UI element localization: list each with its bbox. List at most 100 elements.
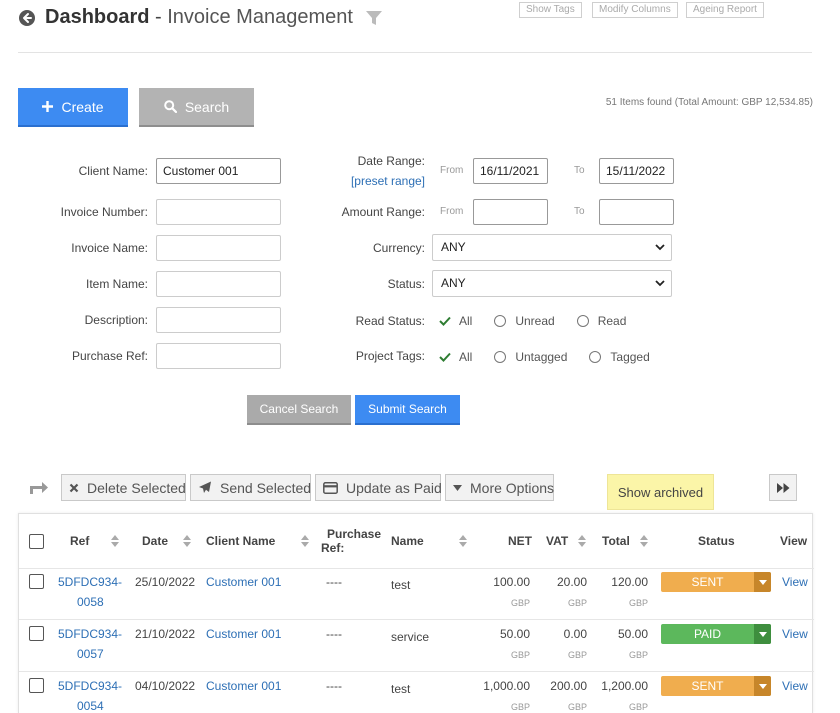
column-net: NET (508, 514, 532, 568)
status-dropdown[interactable] (754, 624, 771, 644)
status-badge-paid[interactable]: PAID (661, 624, 771, 644)
submit-search-button[interactable]: Submit Search (355, 395, 460, 425)
item-name-input[interactable] (156, 271, 281, 297)
read-read-option[interactable]: Read (598, 314, 627, 328)
row-checkbox[interactable] (29, 626, 44, 641)
row-name: service (391, 630, 430, 644)
row-ref-line1[interactable]: 5DFDC934- (58, 575, 122, 589)
modify-columns-button[interactable]: Modify Columns (592, 2, 678, 18)
row-checkbox[interactable] (29, 678, 44, 693)
purchase-ref-input[interactable] (156, 343, 281, 369)
date-from-input[interactable]: 16/11/2021 (473, 158, 548, 184)
title-separator: - (149, 6, 168, 28)
date-to-input[interactable]: 15/11/2022 (599, 158, 674, 184)
currency-select[interactable]: ANY (432, 234, 672, 261)
tags-untagged-radio[interactable] (494, 351, 507, 363)
row-client[interactable]: Customer 001 (206, 575, 281, 589)
column-total[interactable]: Total (602, 514, 648, 568)
delete-selected-button[interactable]: Delete Selected (61, 474, 186, 501)
status-dropdown[interactable] (754, 572, 771, 592)
invoice-name-input[interactable] (156, 235, 281, 261)
search-label: Search (184, 98, 230, 115)
column-name-label: Name (391, 534, 424, 548)
check-icon[interactable] (439, 352, 451, 362)
description-label: Description: (84, 313, 148, 327)
show-archived-button[interactable]: Show archived (607, 474, 714, 510)
read-unread-radio[interactable] (494, 315, 507, 327)
row-client[interactable]: Customer 001 (206, 627, 281, 641)
tags-all-option[interactable]: All (459, 350, 472, 364)
date-range-label: Date Range: (357, 154, 425, 168)
row-view-link[interactable]: View (782, 575, 808, 589)
sort-icon (183, 535, 192, 547)
amount-from-input[interactable] (473, 199, 548, 225)
title-invoice-management: Invoice Management (167, 6, 353, 28)
column-date[interactable]: Date (142, 514, 192, 568)
row-purchase-ref: ---- (326, 575, 342, 589)
description-input[interactable] (156, 307, 281, 333)
row-ref-line2[interactable]: 0054 (77, 699, 104, 713)
column-purchase-ref[interactable]: Purchase Ref: (321, 514, 381, 568)
show-tags-button[interactable]: Show Tags (519, 2, 582, 18)
create-button[interactable]: Create (18, 88, 128, 127)
row-vat: 0.00 (563, 627, 587, 641)
row-date: 04/10/2022 (135, 679, 196, 693)
row-view-link[interactable]: View (782, 679, 808, 693)
currency-value: ANY (441, 240, 466, 254)
row-ref-line2[interactable]: 0058 (77, 595, 104, 609)
preset-range-link[interactable]: [preset range] (351, 174, 425, 188)
column-status: Status (698, 514, 735, 568)
more-options-button[interactable]: More Options (445, 474, 554, 501)
filter-icon[interactable] (366, 11, 382, 26)
date-to-label: To (574, 165, 585, 176)
tags-tagged-radio[interactable] (589, 351, 602, 363)
column-date-label: Date (142, 534, 169, 548)
sort-icon (301, 535, 310, 547)
chevron-down-icon (655, 244, 665, 251)
column-vat[interactable]: VAT (546, 514, 587, 568)
page-title: Dashboard - Invoice Management (45, 6, 353, 29)
cancel-search-button[interactable]: Cancel Search (247, 395, 351, 425)
row-total: 1,200.00 (601, 679, 648, 693)
read-all-option[interactable]: All (459, 314, 472, 328)
select-all-checkbox[interactable] (29, 534, 44, 549)
ageing-report-button[interactable]: Ageing Report (686, 2, 764, 18)
column-view: View (780, 514, 807, 568)
status-badge-sent[interactable]: SENT (661, 572, 771, 592)
caret-down-icon (758, 579, 767, 585)
column-ref[interactable]: Ref (70, 514, 120, 568)
read-read-radio[interactable] (576, 315, 589, 327)
row-client[interactable]: Customer 001 (206, 679, 281, 693)
status-badge-sent[interactable]: SENT (661, 676, 771, 696)
search-toggle-button[interactable]: Search (139, 88, 254, 127)
column-name[interactable]: Name (391, 514, 467, 568)
status-dropdown[interactable] (754, 676, 771, 696)
send-selected-button[interactable]: Send Selected (190, 474, 311, 501)
amount-to-input[interactable] (599, 199, 674, 225)
client-name-input[interactable]: Customer 001 (156, 158, 281, 184)
back-circle-icon[interactable] (18, 9, 36, 27)
column-client-name[interactable]: Client Name (206, 514, 310, 568)
row-checkbox[interactable] (29, 574, 44, 589)
invoice-number-input[interactable] (156, 199, 281, 225)
row-purchase-ref: ---- (326, 627, 342, 641)
tags-tagged-option[interactable]: Tagged (610, 350, 649, 364)
last-page-button[interactable] (769, 474, 797, 501)
column-ref-label: Ref (70, 534, 90, 548)
invoice-number-label: Invoice Number: (60, 205, 148, 219)
bulk-action-arrow-icon (30, 482, 48, 494)
row-ref-line2[interactable]: 0057 (77, 647, 104, 661)
row-ref-line1[interactable]: 5DFDC934- (58, 679, 122, 693)
status-select[interactable]: ANY (432, 270, 672, 297)
row-net: 50.00 (499, 627, 530, 641)
check-icon[interactable] (439, 316, 451, 326)
caret-down-icon (758, 631, 767, 637)
invoice-name-label: Invoice Name: (71, 241, 148, 255)
row-view-link[interactable]: View (782, 627, 808, 641)
read-unread-option[interactable]: Unread (515, 314, 554, 328)
send-selected-label: Send Selected (220, 479, 312, 496)
update-as-paid-button[interactable]: Update as Paid (315, 474, 442, 501)
row-ref-line1[interactable]: 5DFDC934- (58, 627, 122, 641)
status-value: ANY (441, 276, 466, 290)
tags-untagged-option[interactable]: Untagged (515, 350, 567, 364)
